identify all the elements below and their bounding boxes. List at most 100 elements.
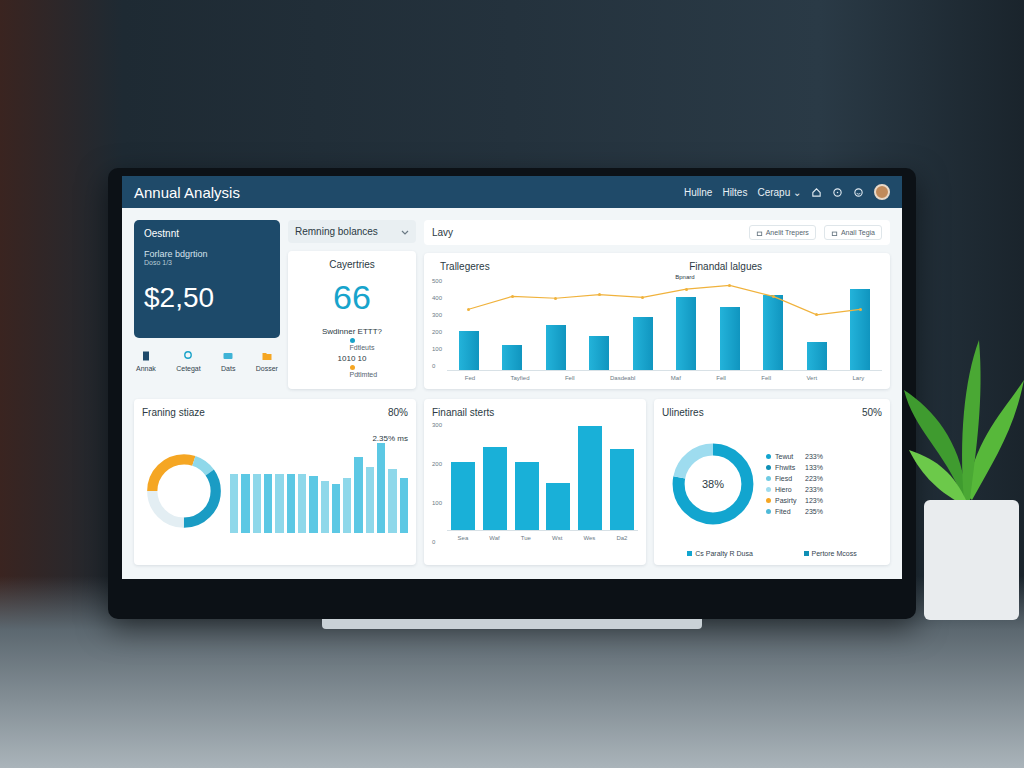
line-point[interactable] bbox=[859, 308, 862, 311]
planning-bar[interactable] bbox=[298, 474, 306, 533]
planning-bar[interactable] bbox=[388, 469, 396, 533]
planning-bar[interactable] bbox=[275, 474, 283, 533]
shortcut[interactable]: Dats bbox=[221, 350, 235, 372]
planning-percent: 80% bbox=[388, 407, 408, 418]
shortcut[interactable]: Annak bbox=[136, 350, 156, 372]
line-point[interactable] bbox=[772, 295, 775, 298]
stat-line: Swdinner ETTT? bbox=[296, 327, 408, 336]
home-icon[interactable] bbox=[811, 187, 822, 198]
pin-icon bbox=[182, 350, 194, 362]
line-point[interactable] bbox=[467, 308, 470, 311]
stat-line: Fdtleuts bbox=[350, 337, 355, 342]
planning-bar[interactable] bbox=[354, 457, 362, 533]
chart-bar[interactable] bbox=[763, 295, 783, 370]
plant-icon bbox=[904, 300, 1024, 630]
chart-bar[interactable] bbox=[610, 449, 634, 530]
planning-bar[interactable] bbox=[309, 476, 317, 533]
legend: Tewut233%Fhwits133%Fiesd223%Hiero233%Pas… bbox=[766, 453, 823, 515]
balances-dropdown[interactable]: Remning bolances bbox=[288, 220, 416, 243]
monitor: Annual AnalysisHullneHiltesCerapu ⌄Oestn… bbox=[108, 168, 916, 619]
gauge-segment bbox=[152, 459, 215, 522]
x-axis: FedTayfiedFellDasdeablMafFellFellVertLar… bbox=[447, 371, 882, 381]
balance-column: Oestnnt Forlare bdgrtionDoso 1/3 $2,50 Anna… bbox=[134, 220, 280, 389]
nav-item[interactable]: Hiltes bbox=[722, 187, 747, 198]
stat-line: 1010 10 bbox=[296, 354, 408, 363]
y-axis: 5004003002001000 bbox=[432, 278, 442, 381]
planning-bar[interactable] bbox=[343, 478, 351, 533]
chart-bar[interactable] bbox=[578, 426, 602, 530]
smiley-icon[interactable] bbox=[853, 187, 864, 198]
planning-bar[interactable] bbox=[332, 484, 340, 533]
stat-line: Pdtlmted bbox=[350, 364, 355, 369]
chart-bar[interactable] bbox=[676, 297, 696, 370]
line-point[interactable] bbox=[511, 295, 514, 298]
trend-chart: TrallegeresFinandal lalgues5004003002001… bbox=[424, 253, 890, 389]
legend-item: Fited235% bbox=[766, 508, 823, 515]
chart-bar[interactable] bbox=[546, 325, 566, 370]
balance-title: Oestnnt bbox=[144, 228, 270, 239]
balance-subtitle: Forlare bdgrtion bbox=[144, 249, 270, 259]
toolbar-button[interactable]: Anall Tegia bbox=[824, 225, 882, 240]
shortcut[interactable]: Cetegat bbox=[176, 350, 201, 372]
footer-legend-item: Cs Paralty R Dusa bbox=[687, 550, 753, 557]
planning-bar[interactable] bbox=[241, 474, 249, 533]
stat-value: 66 bbox=[296, 278, 408, 317]
chart-bar[interactable] bbox=[720, 307, 740, 370]
line-point[interactable] bbox=[685, 288, 688, 291]
chat-icon[interactable] bbox=[832, 187, 843, 198]
line-point[interactable] bbox=[815, 313, 818, 316]
stat-card: Cayertries66Swdinner ETTT?Fdtleuts1010 1… bbox=[288, 251, 416, 389]
planning-bar[interactable] bbox=[400, 478, 408, 533]
top-row: Oestnnt Forlare bdgrtionDoso 1/3 $2,50 Anna… bbox=[134, 220, 890, 389]
utilities-percent: 50% bbox=[862, 407, 882, 418]
chart-bar[interactable] bbox=[589, 336, 609, 370]
finance-title: Finanail sterts bbox=[432, 407, 494, 418]
line-point[interactable] bbox=[728, 284, 731, 287]
chart-title: Trallegeres bbox=[440, 261, 490, 272]
chart-bar[interactable] bbox=[633, 317, 653, 370]
planning-note: 2.35% ms bbox=[372, 434, 408, 443]
user-avatar[interactable] bbox=[874, 184, 890, 200]
monitor-stand bbox=[322, 619, 702, 629]
balance-card: Oestnnt Forlare bdgrtionDoso 1/3 $2,50 bbox=[134, 220, 280, 338]
top-bar: Annual AnalysisHullneHiltesCerapu ⌄ bbox=[122, 176, 902, 208]
legend-item: Pasirty123% bbox=[766, 497, 823, 504]
dashboard-screen: Annual AnalysisHullneHiltesCerapu ⌄Oestn… bbox=[122, 176, 902, 579]
legend-dot bbox=[350, 338, 355, 343]
balance-note: Doso 1/3 bbox=[144, 259, 270, 266]
lock-icon bbox=[756, 229, 763, 236]
planning-bar[interactable] bbox=[377, 443, 385, 533]
planning-bar[interactable] bbox=[321, 481, 329, 533]
planning-bar[interactable] bbox=[287, 474, 295, 533]
scene: Annual AnalysisHullneHiltesCerapu ⌄Oestn… bbox=[0, 0, 1024, 768]
chart-bar[interactable] bbox=[459, 331, 479, 370]
line-point[interactable] bbox=[641, 296, 644, 299]
planning-bar[interactable] bbox=[253, 474, 261, 533]
nav-item[interactable]: Hullne bbox=[684, 187, 712, 198]
chart-bar[interactable] bbox=[807, 342, 827, 370]
planning-bar[interactable] bbox=[230, 474, 238, 533]
line-point[interactable] bbox=[554, 297, 557, 300]
chart-bar[interactable] bbox=[850, 289, 870, 370]
chart-bar[interactable] bbox=[515, 462, 539, 530]
legend-item: Tewut233% bbox=[766, 453, 823, 460]
utilities-card: Ulinetires50%38%Tewut233%Fhwits133%Fiesd… bbox=[654, 399, 890, 565]
finance-chart: Finanail sterts3002001000SeaWafTueWstWes… bbox=[424, 399, 646, 565]
planning-bar[interactable] bbox=[264, 474, 272, 533]
planning-bar[interactable] bbox=[366, 467, 374, 533]
chart-bar[interactable] bbox=[451, 462, 475, 530]
chart-bar[interactable] bbox=[546, 483, 570, 530]
folder-icon bbox=[261, 350, 273, 362]
chart-bar[interactable] bbox=[502, 345, 522, 370]
gauge-segment bbox=[152, 459, 215, 522]
chart-bar[interactable] bbox=[483, 447, 507, 530]
nav-item[interactable]: Cerapu ⌄ bbox=[757, 187, 801, 198]
toolbar-button[interactable]: Anelit Trepers bbox=[749, 225, 816, 240]
gauge-chart bbox=[142, 449, 226, 533]
shortcut[interactable]: Dosser bbox=[256, 350, 278, 372]
trend-column: Lavy Anelit Trepers Anall TegiaTralleger… bbox=[424, 220, 890, 389]
footer-legend-item: Pertore Mcoss bbox=[804, 550, 857, 557]
gauge-segment bbox=[152, 459, 215, 522]
balance-value: $2,50 bbox=[144, 282, 270, 314]
line-point[interactable] bbox=[598, 293, 601, 296]
